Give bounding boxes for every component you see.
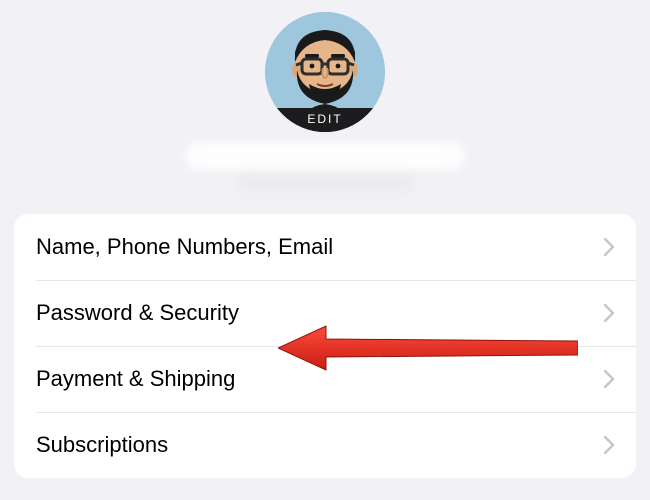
profile-name-redacted xyxy=(185,142,465,170)
profile-email-redacted xyxy=(235,174,415,192)
row-subscriptions[interactable]: Subscriptions xyxy=(14,412,636,478)
row-password-security[interactable]: Password & Security xyxy=(14,280,636,346)
avatar-edit-label[interactable]: EDIT xyxy=(265,108,385,132)
avatar[interactable]: EDIT xyxy=(265,12,385,132)
chevron-right-icon xyxy=(604,304,614,322)
settings-card: Name, Phone Numbers, Email Password & Se… xyxy=(14,214,636,478)
row-payment-shipping[interactable]: Payment & Shipping xyxy=(14,346,636,412)
chevron-right-icon xyxy=(604,370,614,388)
row-name-phone-email[interactable]: Name, Phone Numbers, Email xyxy=(14,214,636,280)
row-label: Name, Phone Numbers, Email xyxy=(36,234,333,260)
row-label: Subscriptions xyxy=(36,432,168,458)
row-label: Payment & Shipping xyxy=(36,366,235,392)
profile-name-area xyxy=(185,142,465,192)
row-label: Password & Security xyxy=(36,300,239,326)
chevron-right-icon xyxy=(604,436,614,454)
chevron-right-icon xyxy=(604,238,614,256)
profile-header: EDIT xyxy=(0,0,650,192)
